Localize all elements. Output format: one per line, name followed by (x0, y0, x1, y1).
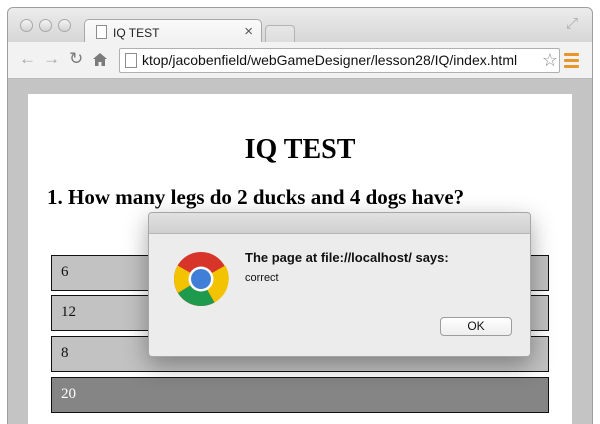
page-heading: IQ TEST (244, 134, 356, 165)
hamburger-menu-icon[interactable] (564, 53, 579, 71)
page-icon (125, 53, 137, 68)
ok-button[interactable]: OK (440, 317, 512, 336)
zoom-window-button[interactable] (58, 19, 71, 32)
home-icon[interactable] (93, 53, 107, 66)
star-icon[interactable]: ☆ (542, 50, 558, 71)
alert-dialog: The page at file://localhost/ says: corr… (148, 212, 531, 357)
new-tab-button[interactable] (265, 25, 295, 43)
minimize-window-button[interactable] (39, 19, 52, 32)
answer-label: 6 (61, 264, 69, 280)
answer-label: 20 (61, 386, 76, 402)
forward-arrow-icon[interactable]: → (43, 49, 60, 69)
answer-label: 8 (61, 345, 69, 361)
reload-icon[interactable]: ↻ (69, 49, 83, 69)
tab-title: IQ TEST (113, 26, 160, 40)
dialog-title: The page at file://localhost/ says: (245, 250, 449, 265)
question-text: 1. How many legs do 2 ducks and 4 dogs h… (47, 185, 465, 209)
url-text[interactable]: ktop/jacobenfield/webGameDesigner/lesson… (142, 52, 517, 68)
answer-label: 12 (61, 304, 76, 320)
back-arrow-icon[interactable]: ← (19, 49, 36, 69)
dialog-top-bar (149, 213, 530, 234)
close-window-button[interactable] (20, 19, 33, 32)
close-tab-icon[interactable]: × (244, 23, 253, 40)
fullscreen-icon[interactable]: ⤢ (566, 15, 578, 32)
browser-toolbar: ← → ↻ ktop/jacobenfield/webGameDesigner/… (8, 42, 592, 79)
dialog-message: correct (245, 272, 279, 284)
address-bar[interactable]: ktop/jacobenfield/webGameDesigner/lesson… (119, 48, 560, 73)
title-bar: IQ TEST × ⤢ (8, 8, 592, 45)
chrome-logo-icon (174, 252, 229, 306)
answer-option-selected[interactable]: 20 (51, 377, 549, 413)
page-icon (96, 25, 107, 39)
